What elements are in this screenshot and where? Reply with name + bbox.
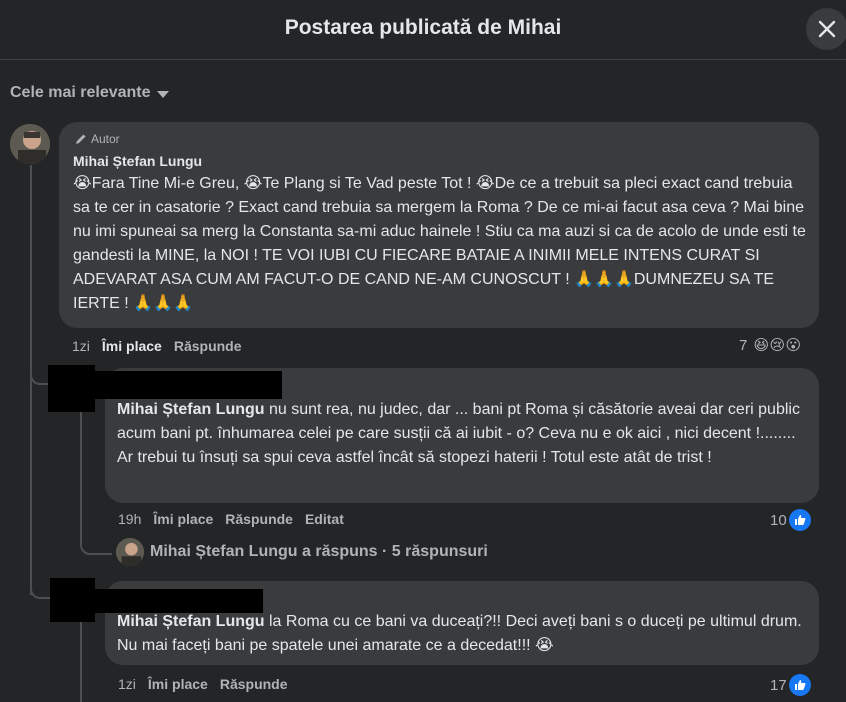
thread-connector [30,583,50,599]
thread-line [80,412,82,537]
mention-link[interactable]: Mihai Ștefan Lungu [117,613,265,630]
sort-dropdown[interactable]: Cele mai relevante [10,84,169,102]
caret-down-icon [156,90,169,98]
thread-connector [30,365,50,385]
avatar-photo [10,124,50,164]
redacted-avatar [48,365,95,412]
reaction-count: 17 [770,676,787,694]
badge-label: Autor [91,132,120,146]
thread-connector [80,535,112,555]
close-button[interactable] [806,8,846,50]
reply-button[interactable]: Răspunde [225,511,293,527]
like-button[interactable]: Îmi place [153,511,213,527]
comment-text-block: Mihai Ștefan Lungu la Roma cu ce bani va… [117,610,809,658]
thread-line [80,622,82,702]
pencil-icon [76,134,86,144]
redacted-avatar [50,578,95,622]
reply-button[interactable]: Răspunde [174,338,242,354]
comment-time[interactable]: 1zi [72,338,90,354]
avatar-photo [116,538,144,566]
comment-actions: 1zi Îmi place Răspunde [72,338,242,354]
comment-time[interactable]: 19h [118,511,141,527]
reaction-summary[interactable]: 17 [770,674,811,696]
reply-button[interactable]: Răspunde [220,676,288,692]
replies-link-text: Mihai Ștefan Lungu a răspuns · 5 răspuns… [150,543,488,560]
author-badge: Autor [75,132,120,146]
sort-label: Cele mai relevante [10,84,151,101]
reaction-summary[interactable]: 10 [770,509,811,531]
like-button[interactable]: Îmi place [148,676,208,692]
edited-label: Editat [304,511,344,527]
like-reaction-icon [788,509,811,531]
comment-actions: 19h Îmi place Răspunde Editat [118,511,344,527]
reaction-count: 7 [739,336,748,354]
comment-text: 😭Fara Tine Mi-e Greu, 😭Te Plang si Te Va… [73,175,806,312]
view-replies-link[interactable]: Mihai Ștefan Lungu a răspuns · 5 răspuns… [116,538,488,566]
close-icon [818,20,836,38]
dialog-title: Postarea publicată de Mihai [284,16,562,39]
mention-link[interactable]: Mihai Ștefan Lungu [117,401,265,418]
like-reaction-icon [788,674,811,696]
like-button[interactable]: Îmi place [102,338,162,354]
comment-text-block: Mihai Ștefan Lungu nu sunt rea, nu judec… [117,398,809,470]
avatar [116,538,144,566]
comment-bubble: Autor Mihai Ștefan Lungu 😭Fara Tine Mi-e… [59,122,819,328]
dialog-header: Postarea publicată de Mihai [0,0,846,60]
comment-actions: 1zi Îmi place Răspunde [118,676,288,692]
reaction-summary[interactable]: 7 😆 😢 😮 [739,335,803,355]
comment-time[interactable]: 1zi [118,676,136,692]
avatar[interactable] [10,124,50,164]
wow-reaction-icon: 😮 [785,337,802,354]
comment-author[interactable]: Mihai Ștefan Lungu [73,153,202,169]
reaction-count: 10 [770,511,787,529]
redacted-name [95,371,282,399]
